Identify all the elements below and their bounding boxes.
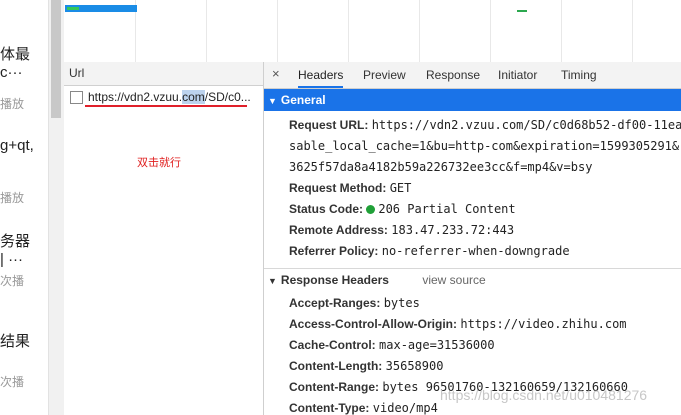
tab-response[interactable]: Response [426,62,480,88]
status-dot-icon [366,205,376,214]
timeline-gridline [206,0,207,62]
request-list: Url https://vdn2.vzuu.com/SD/c0... 双击就行 [64,62,264,415]
request-url-cont: sable_local_cache=1&bu=http-com&expirati… [289,139,680,153]
timeline-event-marker [517,10,527,12]
tab-initiator[interactable]: Initiator [498,62,537,88]
response-header-row: Cache-Control: max-age=31536000 [289,338,495,352]
expand-triangle-icon: ▼ [268,276,277,286]
view-source-link[interactable]: view source [422,273,485,287]
scrollbar-thumb[interactable] [51,0,61,118]
list-item-meta: 播放 [0,97,25,111]
close-icon[interactable]: × [272,62,280,86]
list-item-title[interactable]: 务器 [0,230,30,251]
response-header-row: Accept-Ranges: bytes [289,296,420,310]
url-column-header[interactable]: Url [64,62,263,86]
list-item-title[interactable]: 体最 [0,43,30,64]
request-details: × Headers Preview Response Initiator Tim… [264,62,681,415]
left-list-panel: 体最 c··· 播放 g+qt, 播放 务器 | ··· 次播 结果 次播 [0,0,48,415]
tab-preview[interactable]: Preview [363,62,406,88]
general-section-header[interactable]: ▼ General [264,89,681,111]
annotation-note: 双击就行 [137,157,181,169]
timeline-gridline [632,0,633,62]
remote-address-field: Remote Address: 183.47.233.72:443 [289,223,515,237]
annotation-underline [85,105,247,107]
timeline-gridline [561,0,562,62]
response-headers-section-header[interactable]: ▼ Response Headers view source [264,268,681,291]
list-item-title[interactable]: g+qt, [0,137,34,154]
referrer-policy-field: Referrer Policy: no-referrer-when-downgr… [289,244,570,258]
request-row[interactable]: https://vdn2.vzuu.com/SD/c0... [64,86,263,108]
list-item-meta: 次播 [0,274,25,288]
response-header-row: Content-Length: 35658900 [289,359,444,373]
list-item-title[interactable]: c··· [0,64,23,81]
expand-triangle-icon: ▼ [268,96,277,106]
request-url-cont: 3625f57da8a4182b59a226732ee3cc&f=mp4&v=b… [289,160,593,174]
timeline-gridline [419,0,420,62]
timeline-gridline [490,0,491,62]
list-item-title[interactable]: | ··· [0,251,23,268]
timeline-gridline [277,0,278,62]
request-url-field: Request URL: https://vdn2.vzuu.com/SD/c0… [289,118,681,132]
list-item-meta: 播放 [0,191,25,205]
request-checkbox[interactable] [70,91,83,104]
response-header-row: Access-Control-Allow-Origin: https://vid… [289,317,627,331]
list-item-title[interactable]: 结果 [0,330,30,351]
list-item-meta: 次播 [0,375,25,389]
request-method-field: Request Method: GET [289,181,412,195]
status-code-field: Status Code: 206 Partial Content [289,202,516,216]
timeline-gridline [348,0,349,62]
watermark: https://blog.csdn.net/u010481276 [440,387,648,403]
tab-timing[interactable]: Timing [561,62,597,88]
network-overview[interactable] [64,0,681,63]
tab-headers[interactable]: Headers [298,62,344,88]
details-tab-bar: × Headers Preview Response Initiator Tim… [264,62,681,89]
timeline-waiting-bar [67,7,79,10]
